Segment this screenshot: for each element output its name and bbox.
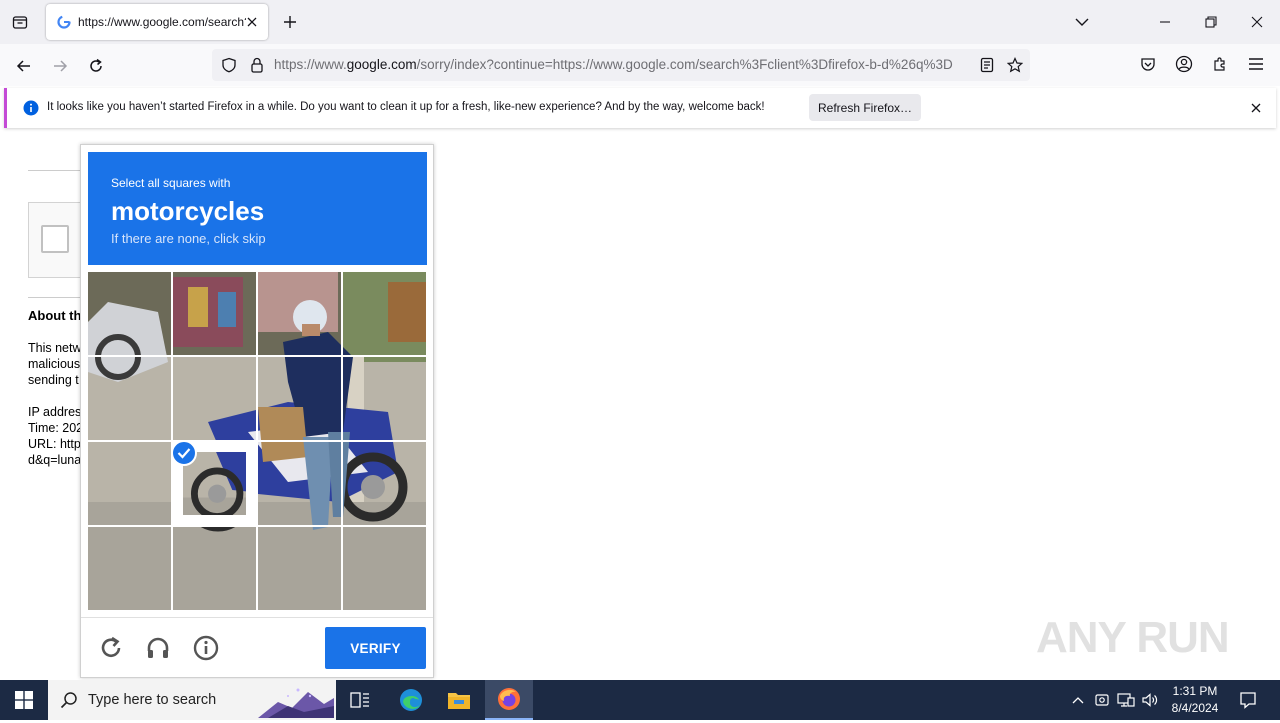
captcha-footer: VERIFY xyxy=(81,617,433,677)
close-window-icon[interactable] xyxy=(1234,0,1280,44)
recaptcha-widget xyxy=(28,202,88,278)
ip-address-line: IP addres xyxy=(28,405,82,419)
chevron-down-icon[interactable] xyxy=(1072,12,1092,32)
extensions-icon[interactable] xyxy=(1208,52,1232,76)
captcha-tile[interactable] xyxy=(343,272,426,355)
captcha-tile[interactable] xyxy=(88,527,171,610)
audio-challenge-headphones-icon[interactable] xyxy=(144,634,172,662)
tab-bar: https://www.google.com/search?client=fir… xyxy=(0,0,1280,44)
close-tab-icon[interactable] xyxy=(244,14,260,30)
tab-list-icon[interactable] xyxy=(8,10,32,34)
windows-start-icon[interactable] xyxy=(0,680,48,720)
reload-icon[interactable] xyxy=(82,52,110,80)
url-text[interactable]: https://www.google.com/sorry/index?conti… xyxy=(274,57,970,72)
captcha-challenge: Select all squares with motorcycles If t… xyxy=(80,144,434,678)
body-text-line: This netw xyxy=(28,341,82,355)
taskbar-search-box[interactable]: Type here to search xyxy=(48,680,336,720)
windows-taskbar: Type here to search 1:31 PM 8/4/2024 xyxy=(0,680,1280,720)
minimize-icon[interactable] xyxy=(1142,0,1188,44)
clock-time: 1:31 PM xyxy=(1172,684,1218,698)
volume-speaker-icon[interactable] xyxy=(1140,690,1160,710)
recaptcha-checkbox[interactable] xyxy=(41,225,69,253)
captcha-image-grid xyxy=(88,272,427,610)
search-placeholder: Type here to search xyxy=(88,692,217,708)
target-object: motorcycles xyxy=(111,196,265,226)
captcha-tile[interactable] xyxy=(258,442,341,525)
edge-browser-icon[interactable] xyxy=(387,680,435,720)
captcha-instructions: Select all squares with motorcycles If t… xyxy=(88,152,427,265)
anyrun-watermark: ANY RUN xyxy=(1036,613,1230,662)
captcha-tile[interactable] xyxy=(343,357,426,440)
browser-tab[interactable]: https://www.google.com/search?client=fir… xyxy=(46,4,268,40)
url-line: URL: http xyxy=(28,437,81,451)
help-info-icon[interactable] xyxy=(192,634,220,662)
tile-selected-check-icon xyxy=(171,440,197,466)
notification-center-icon[interactable] xyxy=(1238,690,1258,710)
captcha-tile[interactable] xyxy=(258,272,341,355)
refresh-firefox-button[interactable]: Refresh Firefox… xyxy=(809,94,921,121)
account-icon[interactable] xyxy=(1172,52,1196,76)
captcha-tile[interactable] xyxy=(343,527,426,610)
bookmark-star-icon[interactable] xyxy=(1006,56,1024,74)
network-icon[interactable] xyxy=(1116,690,1136,710)
task-view-icon[interactable] xyxy=(336,680,384,720)
body-text-line: malicious xyxy=(28,357,81,371)
meet-now-icon[interactable] xyxy=(1092,690,1112,710)
search-icon xyxy=(60,691,78,709)
clock-date: 8/4/2024 xyxy=(1171,701,1219,715)
search-highlight-art-icon xyxy=(258,682,334,718)
address-bar[interactable]: https://www.google.com/sorry/index?conti… xyxy=(212,49,1030,81)
skip-hint: If there are none, click skip xyxy=(111,231,266,246)
info-icon xyxy=(23,100,39,116)
captcha-tile[interactable] xyxy=(258,357,341,440)
about-heading: About th xyxy=(28,308,82,323)
chevron-up-icon[interactable] xyxy=(1068,690,1088,710)
instruction-text: Select all squares with xyxy=(111,176,231,190)
shield-icon[interactable] xyxy=(220,56,238,74)
captcha-tile[interactable] xyxy=(258,527,341,610)
captcha-tile[interactable] xyxy=(173,357,256,440)
divider xyxy=(28,170,80,171)
firefox-icon[interactable] xyxy=(485,680,533,720)
forward-arrow-icon[interactable] xyxy=(46,52,74,80)
captcha-tile[interactable] xyxy=(343,442,426,525)
menu-hamburger-icon[interactable] xyxy=(1244,52,1268,76)
new-tab-plus-icon[interactable] xyxy=(280,12,300,32)
notification-text: It looks like you haven’t started Firefo… xyxy=(47,101,765,113)
captcha-tile[interactable] xyxy=(88,272,171,355)
captcha-tile[interactable] xyxy=(88,357,171,440)
close-notification-icon[interactable] xyxy=(1248,100,1264,116)
file-explorer-folder-icon[interactable] xyxy=(435,680,483,720)
tab-title: https://www.google.com/search?client=fir… xyxy=(78,15,246,29)
captcha-tile[interactable] xyxy=(173,272,256,355)
pocket-icon[interactable] xyxy=(1136,52,1160,76)
body-text-line: sending t xyxy=(28,373,79,387)
reload-challenge-icon[interactable] xyxy=(97,634,125,662)
google-favicon-icon xyxy=(56,14,72,30)
notification-bar: It looks like you haven’t started Firefo… xyxy=(4,88,1276,128)
time-line: Time: 202 xyxy=(28,421,84,435)
restore-icon[interactable] xyxy=(1188,0,1234,44)
system-clock[interactable]: 1:31 PM 8/4/2024 xyxy=(1162,683,1228,717)
divider xyxy=(28,297,80,298)
back-arrow-icon[interactable] xyxy=(10,52,38,80)
captcha-tile[interactable] xyxy=(173,527,256,610)
verify-button[interactable]: VERIFY xyxy=(325,627,426,669)
captcha-tile[interactable] xyxy=(88,442,171,525)
url-line-continued: d&q=luna xyxy=(28,453,82,467)
reader-view-icon[interactable] xyxy=(978,56,996,74)
lock-icon[interactable] xyxy=(248,56,266,74)
